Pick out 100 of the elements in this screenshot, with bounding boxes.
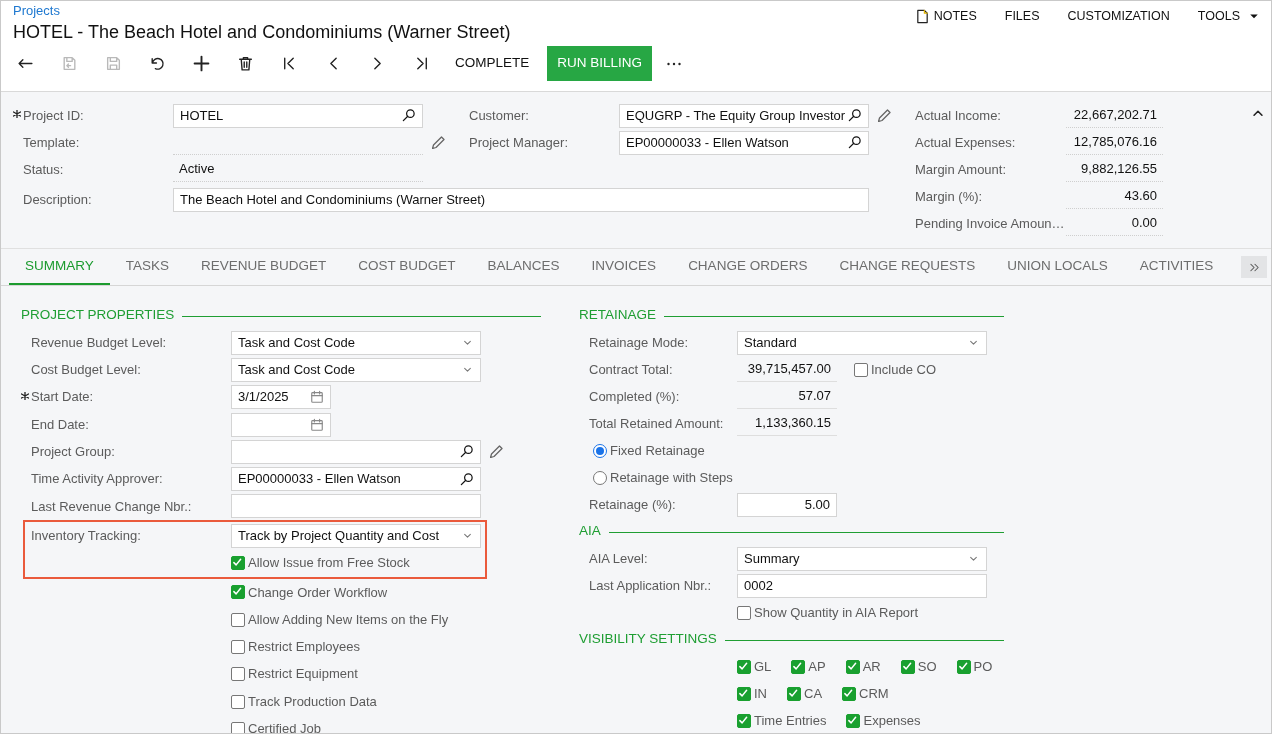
- search-icon: [401, 108, 416, 123]
- checkbox[interactable]: [231, 639, 245, 654]
- field-label: Start Date:: [31, 388, 95, 407]
- field-value: Active: [173, 157, 423, 182]
- header-link[interactable]: FILES: [1004, 6, 1040, 26]
- lookup-field[interactable]: HOTEL: [173, 103, 423, 128]
- number-field[interactable]: 5.00: [737, 492, 837, 517]
- field-label: Customer:: [469, 106, 530, 125]
- checkbox[interactable]: [231, 721, 245, 733]
- field-label: Inventory Tracking:: [31, 526, 142, 545]
- checkbox[interactable]: [231, 694, 245, 709]
- field-label: Actual Expenses:: [915, 133, 1017, 152]
- checkbox-label: AP: [808, 657, 826, 676]
- lookup-field[interactable]: EQUGRP - The Equity Group Investor: [619, 103, 869, 128]
- tab[interactable]: REVENUE BUDGET: [185, 249, 343, 285]
- field-label: AIA Level:: [589, 549, 649, 568]
- checkbox[interactable]: [846, 713, 861, 728]
- pencil-icon[interactable]: [878, 109, 891, 122]
- checkbox-label: Certified Job: [248, 720, 321, 733]
- pencil-icon[interactable]: [432, 136, 445, 149]
- section-title: AIA: [579, 522, 601, 541]
- radio-button[interactable]: [593, 443, 607, 458]
- field-label: Pending Invoice Amoun…: [915, 214, 1066, 233]
- checkbox-label: Track Production Data: [248, 692, 377, 711]
- checkbox[interactable]: [787, 686, 801, 701]
- search-icon: [459, 444, 474, 460]
- field-label: Margin Amount:: [915, 160, 1008, 179]
- tab[interactable]: INVOICES: [575, 249, 673, 285]
- checkbox-label: Allow Issue from Free Stock: [248, 554, 410, 573]
- field-label: Last Revenue Change Nbr.:: [31, 497, 193, 516]
- checkbox[interactable]: [845, 659, 860, 674]
- checkbox-label: CA: [804, 684, 823, 703]
- field-value: 0.00: [1066, 211, 1163, 236]
- checkbox-label: Restrict Employees: [248, 638, 360, 657]
- field-label: Total Retained Amount:: [589, 414, 725, 433]
- field-label: Status:: [23, 160, 65, 179]
- text-field[interactable]: [231, 494, 481, 519]
- document-icon: [914, 8, 930, 24]
- field-label: End Date:: [31, 415, 90, 434]
- checkbox[interactable]: [900, 659, 915, 674]
- tab[interactable]: TASKS: [109, 249, 186, 285]
- date-field[interactable]: [231, 412, 331, 437]
- dropdown-field[interactable]: Track by Project Quantity and Cost: [231, 523, 481, 548]
- checkbox-label: GL: [754, 657, 772, 676]
- checkbox[interactable]: [231, 612, 245, 627]
- checkbox[interactable]: [842, 686, 857, 701]
- checkbox[interactable]: [737, 605, 751, 620]
- checkbox[interactable]: [737, 713, 751, 728]
- lookup-field[interactable]: [231, 439, 481, 464]
- checkbox-label: CRM: [859, 684, 889, 703]
- checkbox[interactable]: [737, 659, 751, 674]
- tab[interactable]: CHANGE ORDERS: [672, 249, 824, 285]
- tab[interactable]: BALANCES: [471, 249, 576, 285]
- tab[interactable]: ACTIVITIES: [1123, 249, 1230, 285]
- checkbox[interactable]: [854, 362, 868, 377]
- field-label: Retainage Mode:: [589, 333, 689, 352]
- amount-value: 1,133,360.15: [737, 411, 837, 436]
- field-label: Margin (%):: [915, 187, 984, 206]
- pencil-icon[interactable]: [490, 445, 503, 459]
- header-link[interactable]: CUSTOMIZATION: [1067, 6, 1170, 26]
- dropdown-field[interactable]: Task and Cost Code: [231, 330, 481, 355]
- complete-button[interactable]: COMPLETE: [446, 47, 539, 80]
- calendar-icon: [310, 390, 324, 405]
- dropdown-field[interactable]: Task and Cost Code: [231, 357, 481, 382]
- checkbox[interactable]: [791, 659, 806, 674]
- lookup-field[interactable]: EP00000033 - Ellen Watson: [619, 130, 869, 155]
- radio-button[interactable]: [593, 470, 607, 485]
- dropdown-field[interactable]: Summary: [737, 546, 987, 571]
- checkbox[interactable]: [231, 556, 245, 570]
- notes-button[interactable]: NOTES: [914, 6, 977, 26]
- date-field[interactable]: 3/1/2025: [231, 385, 331, 410]
- dropdown-field[interactable]: Standard: [737, 330, 987, 355]
- tab[interactable]: UNION LOCALS: [991, 249, 1124, 285]
- amount-value: 57.07: [737, 384, 837, 409]
- checkbox[interactable]: [956, 659, 971, 674]
- field-label: Actual Income:: [915, 106, 1002, 125]
- radio-label: Fixed Retainage: [610, 441, 705, 460]
- tab[interactable]: CHANGE REQUESTS: [823, 249, 992, 285]
- checkbox-label: IN: [754, 684, 767, 703]
- page-title: HOTEL - The Beach Hotel and Condominiums (Warner Street): [13, 20, 512, 43]
- checkbox[interactable]: [737, 686, 751, 701]
- text-field[interactable]: The Beach Hotel and Condominiums (Warner Street): [173, 187, 869, 212]
- calendar-icon: [310, 417, 324, 432]
- checkbox[interactable]: [231, 585, 245, 600]
- tab[interactable]: COST BUDGET: [342, 249, 472, 285]
- breadcrumb-link[interactable]: Projects: [13, 3, 60, 19]
- radio-label: Retainage with Steps: [610, 468, 733, 487]
- checkbox-label: Include CO: [871, 360, 937, 379]
- checkbox-label: AR: [862, 657, 881, 676]
- field-label: Retainage (%):: [589, 495, 677, 514]
- section-title: VISIBILITY SETTINGS: [579, 630, 717, 649]
- checkbox-label: Expenses: [863, 711, 921, 730]
- field-label: Template:: [23, 133, 81, 152]
- lookup-field[interactable]: EP00000033 - Ellen Watson: [231, 467, 481, 492]
- scroll-tabs-button[interactable]: [1241, 256, 1267, 278]
- field-label: Time Activity Approver:: [31, 470, 164, 489]
- checkbox-label: Allow Adding New Items on the Fly: [248, 610, 449, 629]
- text-field[interactable]: 0002: [737, 573, 987, 598]
- menu-button[interactable]: TOOLS: [1197, 6, 1260, 26]
- checkbox[interactable]: [231, 667, 245, 682]
